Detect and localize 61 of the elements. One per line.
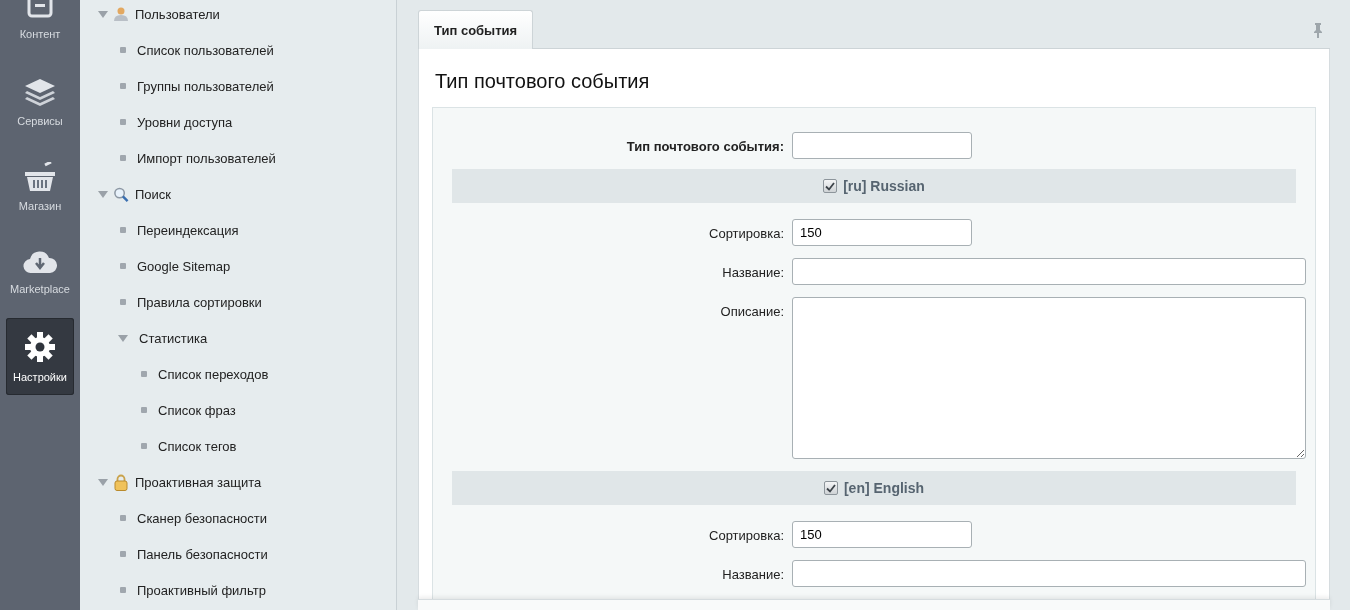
bullet-icon [120, 263, 126, 269]
text-field[interactable]: 150 [792, 219, 972, 246]
menu-item[interactable]: Панель безопасности [137, 546, 268, 562]
text-field[interactable] [792, 132, 972, 159]
bullet-icon [120, 227, 126, 233]
menu-item[interactable]: Правила сортировки [137, 294, 262, 310]
layers-icon [23, 76, 57, 107]
field-label: Сортировка: [708, 225, 784, 241]
field-label: Название: [721, 264, 784, 280]
user-icon [113, 6, 129, 22]
menu-item[interactable]: Список фраз [158, 402, 236, 418]
bullet-icon [120, 119, 126, 125]
bullet-icon [141, 407, 147, 413]
menu-item[interactable]: Список тегов [158, 438, 237, 454]
field-label: Название: [721, 566, 784, 582]
bullet-icon [120, 299, 126, 305]
section-title: [en] English [843, 480, 925, 496]
menu-item[interactable]: Google Sitemap [137, 258, 231, 274]
bullet-icon [120, 47, 126, 53]
menu-item[interactable]: Список переходов [158, 366, 269, 382]
bullet-icon [120, 551, 126, 557]
gear-icon [24, 330, 56, 363]
menu-item[interactable]: Уровни доступа [137, 114, 233, 130]
pin-icon[interactable] [1312, 22, 1324, 38]
menu-item[interactable]: Статистика [139, 330, 208, 346]
bullet-icon [120, 155, 126, 161]
menu-item[interactable]: Проактивная защита [135, 474, 262, 490]
bullet-icon [120, 83, 126, 89]
menu-item[interactable]: Список пользователей [137, 42, 274, 58]
rail-item[interactable]: Marketplace [6, 233, 74, 310]
basket-icon [23, 161, 57, 192]
expand-arrow-icon[interactable] [118, 334, 128, 342]
text-field[interactable] [792, 258, 1306, 285]
checkbox[interactable] [823, 481, 838, 495]
rail-item[interactable]: Настройки [6, 318, 74, 395]
checkbox[interactable] [823, 179, 838, 193]
menu-item[interactable]: Сканер безопасности [137, 510, 268, 526]
menu-item[interactable]: Группы пользователей [137, 78, 274, 94]
bullet-icon [120, 587, 126, 593]
lock-icon [114, 473, 128, 491]
search-icon [113, 185, 129, 203]
bullet-icon [141, 443, 147, 449]
text-field[interactable]: 150 [792, 521, 972, 548]
field-label: Описание: [719, 303, 784, 319]
menu-item[interactable]: Проактивный фильтр [137, 582, 266, 598]
menu-item[interactable]: Импорт пользователей [137, 150, 276, 166]
field-label: Тип почтового события: [625, 138, 784, 154]
page-title: Тип почтового события [434, 69, 651, 94]
section-title: [ru] Russian [843, 178, 925, 194]
tab[interactable]: Тип события [418, 10, 534, 49]
rail-item[interactable]: Контент [6, 0, 74, 55]
document-icon [26, 0, 54, 20]
menu-item[interactable]: Поиск [135, 186, 172, 202]
menu-item[interactable]: Пользователи [135, 6, 220, 22]
bullet-icon [141, 371, 147, 377]
text-field[interactable] [792, 560, 1306, 587]
rail-item[interactable]: Магазин [6, 148, 74, 225]
rail-item[interactable]: Сервисы [6, 63, 74, 140]
menu-item[interactable]: Переиндексация [137, 222, 239, 238]
bullet-icon [120, 515, 126, 521]
field-label: Сортировка: [708, 527, 784, 543]
